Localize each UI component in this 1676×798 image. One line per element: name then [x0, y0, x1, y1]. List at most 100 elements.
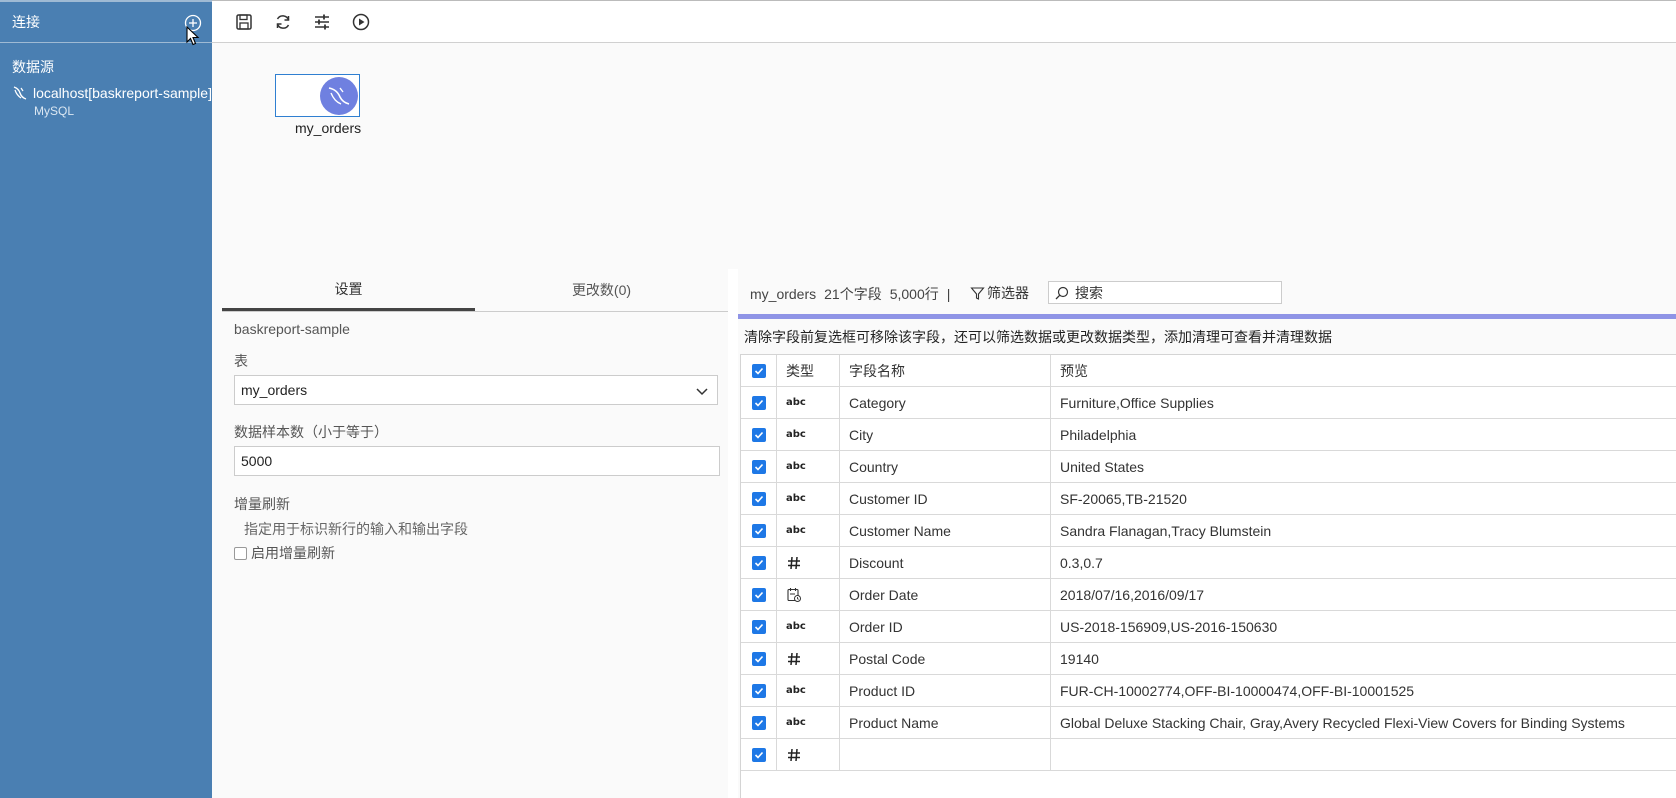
table-row[interactable]: abc Country United States [741, 451, 1676, 483]
sliders-icon[interactable] [312, 12, 332, 32]
table-row[interactable]: abc Customer Name Sandra Flanagan,Tracy Bl… [741, 515, 1676, 547]
row-type-cell[interactable] [777, 579, 840, 610]
row-field-name: Product ID [840, 675, 1051, 706]
connection-name: localhost[baskreport-sample] [33, 85, 212, 101]
check-icon [754, 367, 763, 375]
row-checkbox[interactable] [751, 747, 766, 762]
row-checkbox-cell[interactable] [741, 547, 777, 578]
row-checkbox-cell[interactable] [741, 451, 777, 482]
mysql-dolphin-icon [13, 86, 27, 100]
row-checkbox[interactable] [751, 459, 766, 474]
table-row[interactable]: abc Customer ID SF-20065,TB-21520 [741, 483, 1676, 515]
tab-settings[interactable]: 设置 [222, 269, 475, 311]
text-type-icon: abc [786, 461, 806, 472]
check-icon [754, 655, 763, 663]
row-type-cell[interactable]: abc [777, 707, 840, 738]
row-checkbox[interactable] [751, 491, 766, 506]
table-select[interactable]: my_orders [234, 375, 718, 405]
table-row[interactable]: Order Date 2018/07/16,2016/09/17 [741, 579, 1676, 611]
select-all-cell[interactable] [741, 355, 777, 386]
table-row[interactable]: abc City Philadelphia [741, 419, 1676, 451]
tab-changes[interactable]: 更改数(0) [475, 269, 728, 311]
row-checkbox[interactable] [751, 651, 766, 666]
row-type-cell[interactable]: abc [777, 611, 840, 642]
hint-accent-bar [738, 314, 1676, 319]
row-checkbox[interactable] [751, 619, 766, 634]
row-type-cell[interactable]: abc [777, 515, 840, 546]
row-field-name: Order Date [840, 579, 1051, 610]
row-preview: SF-20065,TB-21520 [1060, 490, 1187, 507]
row-type-cell[interactable] [777, 643, 840, 674]
check-icon [754, 399, 763, 407]
row-field-name: Country [840, 451, 1051, 482]
search-input[interactable]: 搜索 [1048, 281, 1282, 304]
row-checkbox[interactable] [751, 523, 766, 538]
search-placeholder: 搜索 [1075, 284, 1103, 301]
row-field-name: City [840, 419, 1051, 450]
row-type-cell[interactable]: abc [777, 483, 840, 514]
row-type-cell[interactable]: abc [777, 419, 840, 450]
sample-count-value: 5000 [241, 453, 273, 469]
sample-count-input[interactable]: 5000 [234, 446, 720, 476]
row-checkbox[interactable] [751, 715, 766, 730]
row-preview: 19140 [1060, 650, 1099, 667]
incremental-label: 增量刷新 [234, 496, 290, 512]
row-type-cell[interactable]: abc [777, 451, 840, 482]
check-icon [754, 687, 763, 695]
row-checkbox-cell[interactable] [741, 739, 777, 770]
row-checkbox-cell[interactable] [741, 579, 777, 610]
row-type-cell[interactable] [777, 547, 840, 578]
row-checkbox-cell[interactable] [741, 419, 777, 450]
row-checkbox-cell[interactable] [741, 675, 777, 706]
table-row[interactable]: abc Category Furniture,Office Supplies [741, 387, 1676, 419]
incremental-checkbox[interactable]: 启用增量刷新 [234, 543, 335, 563]
incremental-checkbox-box[interactable] [234, 546, 247, 560]
row-preview: 2018/07/16,2016/09/17 [1060, 586, 1205, 603]
row-checkbox[interactable] [751, 395, 766, 410]
filter-button[interactable]: 筛选器 [970, 283, 1029, 303]
row-field-name: Product Name [840, 707, 1051, 738]
sidebar-title: 连接 [12, 14, 40, 30]
table-select-value: my_orders [241, 382, 308, 398]
row-type-cell[interactable] [777, 739, 840, 770]
fields-hint: 清除字段前复选框可移除该字段，还可以筛选数据或更改数据类型，添加清理可查看并清理… [744, 329, 1332, 345]
row-checkbox-cell[interactable] [741, 707, 777, 738]
text-type-icon: abc [786, 621, 806, 632]
row-checkbox-cell[interactable] [741, 643, 777, 674]
table-row[interactable]: abc Order ID US-2018-156909,US-2016-150630 [741, 611, 1676, 643]
row-type-cell[interactable]: abc [777, 675, 840, 706]
row-checkbox-cell[interactable] [741, 483, 777, 514]
check-icon [754, 463, 763, 471]
row-preview: Global Deluxe Stacking Chair, Gray,Avery… [1060, 714, 1625, 731]
row-preview: US-2018-156909,US-2016-150630 [1060, 618, 1278, 635]
row-checkbox[interactable] [751, 427, 766, 442]
table-row[interactable]: Postal Code 19140 [741, 643, 1676, 675]
chevron-down-icon [696, 388, 708, 396]
fields-table: 类型 字段名称 预览 abc Category Furniture,Office S… [740, 354, 1676, 798]
table-node-my-orders[interactable] [275, 74, 360, 117]
row-checkbox[interactable] [751, 683, 766, 698]
check-icon [754, 719, 763, 727]
refresh-icon[interactable] [273, 12, 293, 32]
row-type-cell[interactable]: abc [777, 387, 840, 418]
save-icon[interactable] [234, 12, 254, 32]
row-preview: Philadelphia [1060, 426, 1137, 443]
row-checkbox[interactable] [751, 587, 766, 602]
play-circle-icon[interactable] [351, 12, 371, 32]
table-row[interactable] [741, 739, 1676, 771]
row-checkbox-cell[interactable] [741, 387, 777, 418]
row-field-name: Discount [840, 547, 1051, 578]
check-icon [754, 751, 763, 759]
table-row[interactable]: Discount 0.3,0.7 [741, 547, 1676, 579]
rows-count: 5,000行 [889, 286, 939, 302]
number-type-icon [788, 652, 800, 665]
select-all-checkbox[interactable] [751, 363, 766, 378]
row-checkbox-cell[interactable] [741, 611, 777, 642]
row-checkbox[interactable] [751, 555, 766, 570]
row-checkbox-cell[interactable] [741, 515, 777, 546]
connection-item[interactable]: localhost[baskreport-sample] MySQL [12, 85, 212, 118]
row-preview [1051, 739, 1676, 770]
table-row[interactable]: abc Product ID FUR-CH-10002774,OFF-BI-1000… [741, 675, 1676, 707]
settings-panel: 设置 更改数(0) baskreport-sample 表 my_orders … [212, 269, 728, 798]
table-row[interactable]: abc Product Name Global Deluxe Stacking Ch… [741, 707, 1676, 739]
